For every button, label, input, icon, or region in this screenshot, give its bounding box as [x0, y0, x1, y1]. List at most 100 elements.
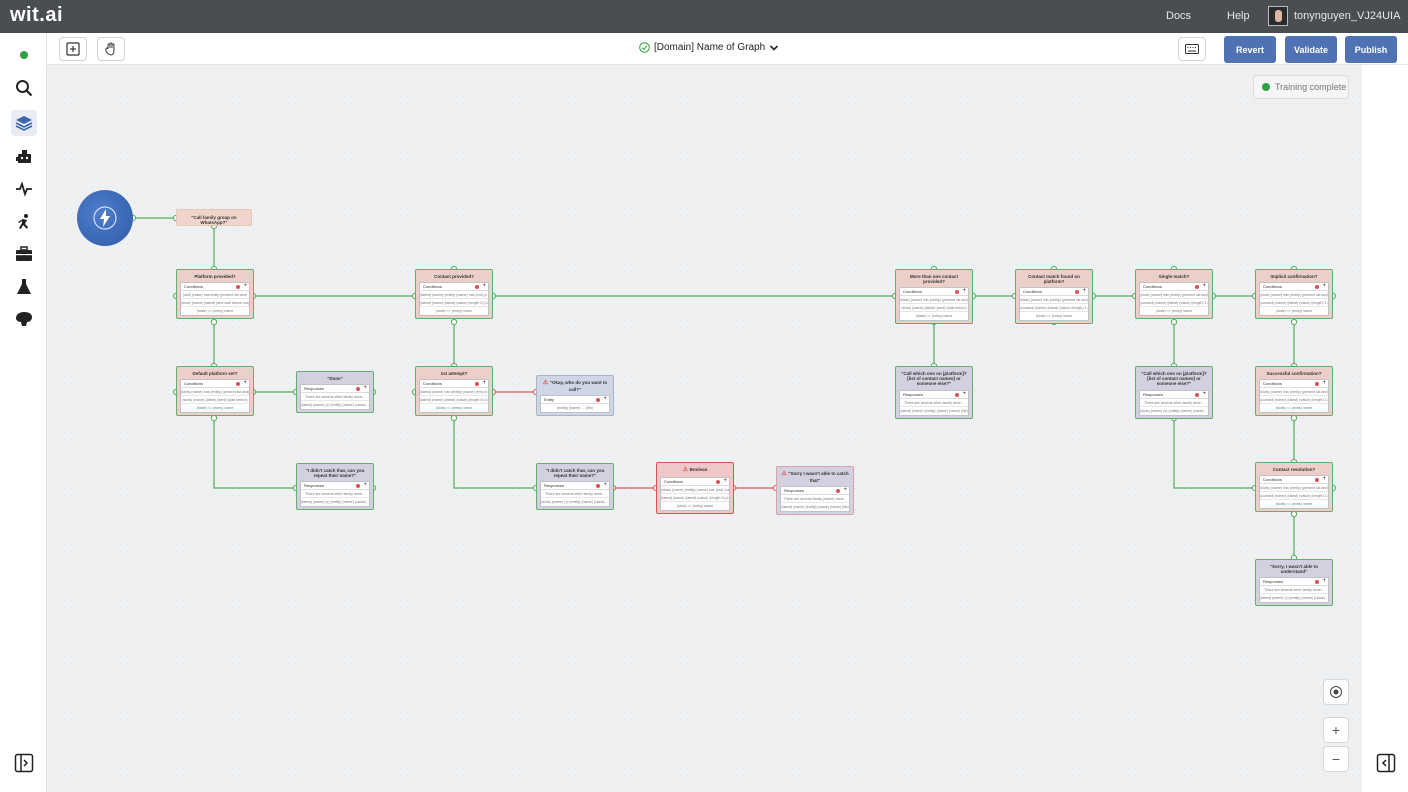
card-row[interactable]: (contact) (name) (latest) (value) (lengt… [1020, 304, 1088, 313]
card-row[interactable]: There are several family (name) done... [781, 495, 849, 504]
add-icon[interactable]: + [1322, 380, 1326, 386]
remove-icon[interactable] [596, 398, 600, 403]
add-icon[interactable]: + [962, 288, 966, 294]
remove-icon[interactable] [1315, 478, 1319, 483]
card-row[interactable]: (latest) (name) (entity) (name) has (ent… [420, 291, 488, 300]
graph-canvas[interactable] [47, 65, 1362, 792]
remove-icon[interactable] [475, 285, 479, 290]
zoom-out-button[interactable]: − [1323, 746, 1349, 772]
card-header[interactable]: Conditions + [1260, 476, 1328, 485]
add-icon[interactable]: + [1082, 288, 1086, 294]
remove-icon[interactable] [716, 479, 720, 484]
card-row[interactable]: [slot] (value) has entity (present list … [181, 291, 249, 300]
node-default-platform[interactable]: Default platform set? Conditions + [slots] … [176, 366, 254, 417]
card-row[interactable]: (slots) == (entry) name [1140, 307, 1208, 315]
card-header[interactable]: Responses + [1260, 578, 1328, 587]
card-row[interactable]: (slots) == (entry) name [1020, 312, 1088, 320]
add-icon[interactable]: + [962, 391, 966, 397]
card-row[interactable]: (latest) (name) (latest) (value) (length… [420, 299, 488, 308]
card-header[interactable]: Conditions + [181, 380, 249, 389]
node-call-which-one[interactable]: "Call which one on [platform]? [list of … [895, 366, 973, 419]
add-icon[interactable]: + [1322, 476, 1326, 482]
remove-icon[interactable] [1315, 285, 1319, 290]
add-icon[interactable]: + [843, 487, 847, 493]
card-row[interactable]: There are several other family done... [1260, 586, 1328, 595]
add-icon[interactable]: + [1202, 283, 1206, 289]
card-header[interactable]: Responses + [301, 385, 369, 394]
card-header[interactable]: Conditions + [181, 283, 249, 292]
bot-icon[interactable] [11, 144, 37, 170]
card-header[interactable]: Responses + [301, 482, 369, 491]
card-row[interactable]: (latest) (name) (latest) (value) (length… [420, 396, 488, 405]
add-icon[interactable]: + [1202, 391, 1206, 397]
node-single-match[interactable]: Single match? Conditions + (slots) (name) h… [1135, 269, 1213, 320]
card-row[interactable]: (latest) (name) (v) (entity) (name) (val… [301, 498, 369, 506]
remove-icon[interactable] [475, 382, 479, 387]
add-icon[interactable]: + [1322, 578, 1326, 584]
search-icon[interactable] [11, 75, 37, 101]
runner-icon[interactable] [11, 209, 37, 235]
card-row[interactable]: There are several other family done... [541, 490, 609, 499]
start-trigger-node[interactable] [77, 190, 133, 246]
card-header[interactable]: Conditions + [420, 283, 488, 292]
card-row[interactable]: (latest) (name) (entity) (name) (value) … [781, 503, 849, 511]
right-panel-toggle-icon[interactable] [1373, 750, 1399, 776]
card-row[interactable]: (slots) (name) (latest) (and wait before… [181, 299, 249, 308]
remove-icon[interactable] [955, 290, 959, 295]
card-row[interactable]: There are several other family done... [1140, 399, 1208, 407]
remove-icon[interactable] [236, 285, 240, 290]
card-row[interactable]: (state) (name) (entity) (name) has (ent)… [661, 486, 729, 494]
card-row[interactable]: There are several other family done... [301, 393, 369, 402]
remove-icon[interactable] [1195, 392, 1199, 397]
card-row[interactable]: There are several other family done... [900, 399, 968, 407]
add-icon[interactable]: + [482, 380, 486, 386]
remove-icon[interactable] [1075, 290, 1079, 295]
card-row[interactable]: (latest) (name) (entity) (name) (value) … [900, 407, 968, 415]
card-row[interactable]: (latest) (name) (latest) (value) (length… [661, 494, 729, 502]
node-first-attempt[interactable]: 1st attempt? Conditions + (latest) (name) h… [415, 366, 493, 417]
add-icon[interactable]: + [603, 482, 607, 488]
node-didnt-catch-1[interactable]: "I didn't catch that, can you repeat the… [296, 463, 374, 511]
remove-icon[interactable] [596, 484, 600, 489]
card-row[interactable]: (slots) == (entry) name [661, 502, 729, 510]
add-icon[interactable]: + [723, 478, 727, 484]
add-icon[interactable]: + [482, 283, 486, 289]
card-header[interactable]: Responses + [1140, 391, 1208, 399]
card-row[interactable]: (latest) (name) has (entity) (name) (ent… [420, 388, 488, 397]
card-row[interactable]: (contact) (name) (latest) (value) (lengt… [1260, 492, 1328, 501]
layers-icon[interactable] [11, 110, 37, 136]
card-header[interactable]: Conditions + [420, 380, 488, 389]
add-icon[interactable]: + [243, 283, 247, 289]
card-row[interactable]: (slots) (name) (v) (entity) (name) (valu… [541, 498, 609, 506]
node-contact-provided[interactable]: Contact provided? Conditions + (latest) (na… [415, 269, 493, 320]
keyboard-shortcuts-button[interactable] [1178, 37, 1206, 61]
card-header[interactable]: Conditions + [900, 288, 968, 297]
card-header[interactable]: Responses + [900, 391, 968, 399]
add-node-button[interactable] [59, 37, 87, 61]
card-header[interactable]: Conditions + [661, 478, 729, 486]
card-row[interactable]: (slots) (name) (latest) (sent) (wait bef… [181, 396, 249, 405]
card-row[interactable]: (slots) (name) has (entity) (present lis… [1140, 291, 1208, 300]
add-icon[interactable]: + [363, 385, 367, 391]
node-successful-confirmation[interactable]: Successful confirmation? Conditions + (slot… [1255, 366, 1333, 417]
card-row[interactable]: [slots] (name) has (entity) (present lis… [181, 388, 249, 397]
node-call-which-one-2[interactable]: "Call which one on [platform]? [list of … [1135, 366, 1213, 419]
remove-icon[interactable] [836, 489, 840, 494]
card-row[interactable]: (slots) == (entry) name [420, 307, 488, 315]
card-header[interactable]: Responses + [781, 487, 849, 496]
card-row[interactable]: There are several other family done... [301, 490, 369, 499]
card-row[interactable]: (latest) (name) (v) (entity) (name) (val… [1260, 594, 1328, 602]
card-row[interactable]: (contact) (name) (latest) (value) (lengt… [1260, 299, 1328, 308]
graph-name-selector[interactable]: [Domain] Name of Graph [639, 42, 779, 53]
card-row[interactable]: (slots) (name) has (entity) (present lis… [900, 296, 968, 305]
add-icon[interactable]: + [243, 380, 247, 386]
node-more-than-one[interactable]: More than one contact provided? Condition… [895, 269, 973, 325]
trigger-node[interactable]: "Call family group on WhatsApp?" [176, 209, 252, 226]
card-row[interactable]: (slots) (name) (v) (entity) (name) (valu… [1140, 407, 1208, 415]
help-link[interactable]: Help [1227, 10, 1250, 22]
card-row[interactable]: (latest) (name) (v) (entity) (name) (val… [301, 401, 369, 409]
briefcase-icon[interactable] [11, 241, 37, 267]
remove-icon[interactable] [1315, 580, 1319, 585]
card-row[interactable]: (slots) (name) has (entity) (present lis… [1020, 296, 1088, 305]
pan-hand-button[interactable] [97, 37, 125, 61]
